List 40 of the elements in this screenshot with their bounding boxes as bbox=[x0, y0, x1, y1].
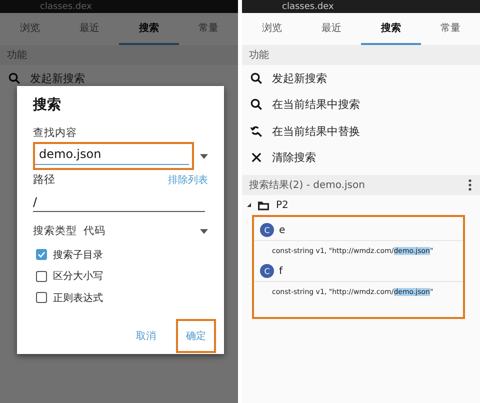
results-header: 搜索结果(2) - demo.json bbox=[249, 178, 365, 192]
search-icon bbox=[250, 98, 263, 112]
close-icon bbox=[250, 151, 263, 164]
field-label: 查找内容 bbox=[33, 126, 78, 140]
checkbox[interactable] bbox=[36, 249, 47, 260]
class-name[interactable]: f bbox=[279, 266, 283, 276]
file-title: classes.dex bbox=[282, 2, 334, 13]
search-icon bbox=[250, 72, 263, 85]
menu-item[interactable]: 发起新搜索 bbox=[272, 70, 327, 86]
menu-item[interactable]: 发起新搜索 bbox=[30, 70, 85, 86]
package-name[interactable]: P2 bbox=[276, 200, 288, 210]
menu-item[interactable]: 在当前结果中替换 bbox=[272, 124, 360, 139]
menu-item[interactable]: 在当前结果中搜索 bbox=[272, 97, 360, 112]
dialog-title: 搜索 bbox=[33, 96, 62, 114]
tab[interactable]: 浏览 bbox=[242, 13, 302, 45]
folder-icon bbox=[257, 200, 270, 210]
class-badge: C bbox=[260, 223, 274, 237]
search-type-dropdown[interactable]: 搜索类型 代码 bbox=[33, 224, 106, 238]
class-badge: C bbox=[260, 264, 274, 278]
class-name[interactable]: e bbox=[279, 224, 286, 236]
search-field[interactable]: demo.json bbox=[35, 147, 189, 165]
more-options-icon[interactable] bbox=[468, 179, 472, 191]
tab[interactable]: 最近 bbox=[302, 13, 361, 45]
menu-item[interactable]: 清除搜索 bbox=[272, 150, 316, 166]
section-header: 功能 bbox=[242, 45, 480, 65]
checkbox[interactable] bbox=[36, 292, 47, 304]
checkbox-label: 搜索子目录 bbox=[53, 248, 103, 262]
path-field[interactable]: / bbox=[33, 195, 205, 212]
field-label: 路径 bbox=[33, 172, 55, 187]
checkbox[interactable] bbox=[36, 270, 47, 282]
search-icon bbox=[8, 72, 21, 85]
checkbox-label: 正则表达式 bbox=[53, 292, 103, 305]
section-header: 功能 bbox=[0, 45, 238, 65]
file-title: classes.dex bbox=[40, 2, 92, 13]
replace-icon bbox=[250, 124, 263, 138]
dropdown-caret-icon[interactable] bbox=[200, 154, 208, 158]
expanded-arrow-icon[interactable] bbox=[247, 203, 251, 207]
dropdown-caret-icon[interactable] bbox=[200, 228, 208, 234]
tab[interactable]: 常量 bbox=[420, 13, 480, 45]
checkbox-label: 区分大小写 bbox=[53, 270, 103, 284]
